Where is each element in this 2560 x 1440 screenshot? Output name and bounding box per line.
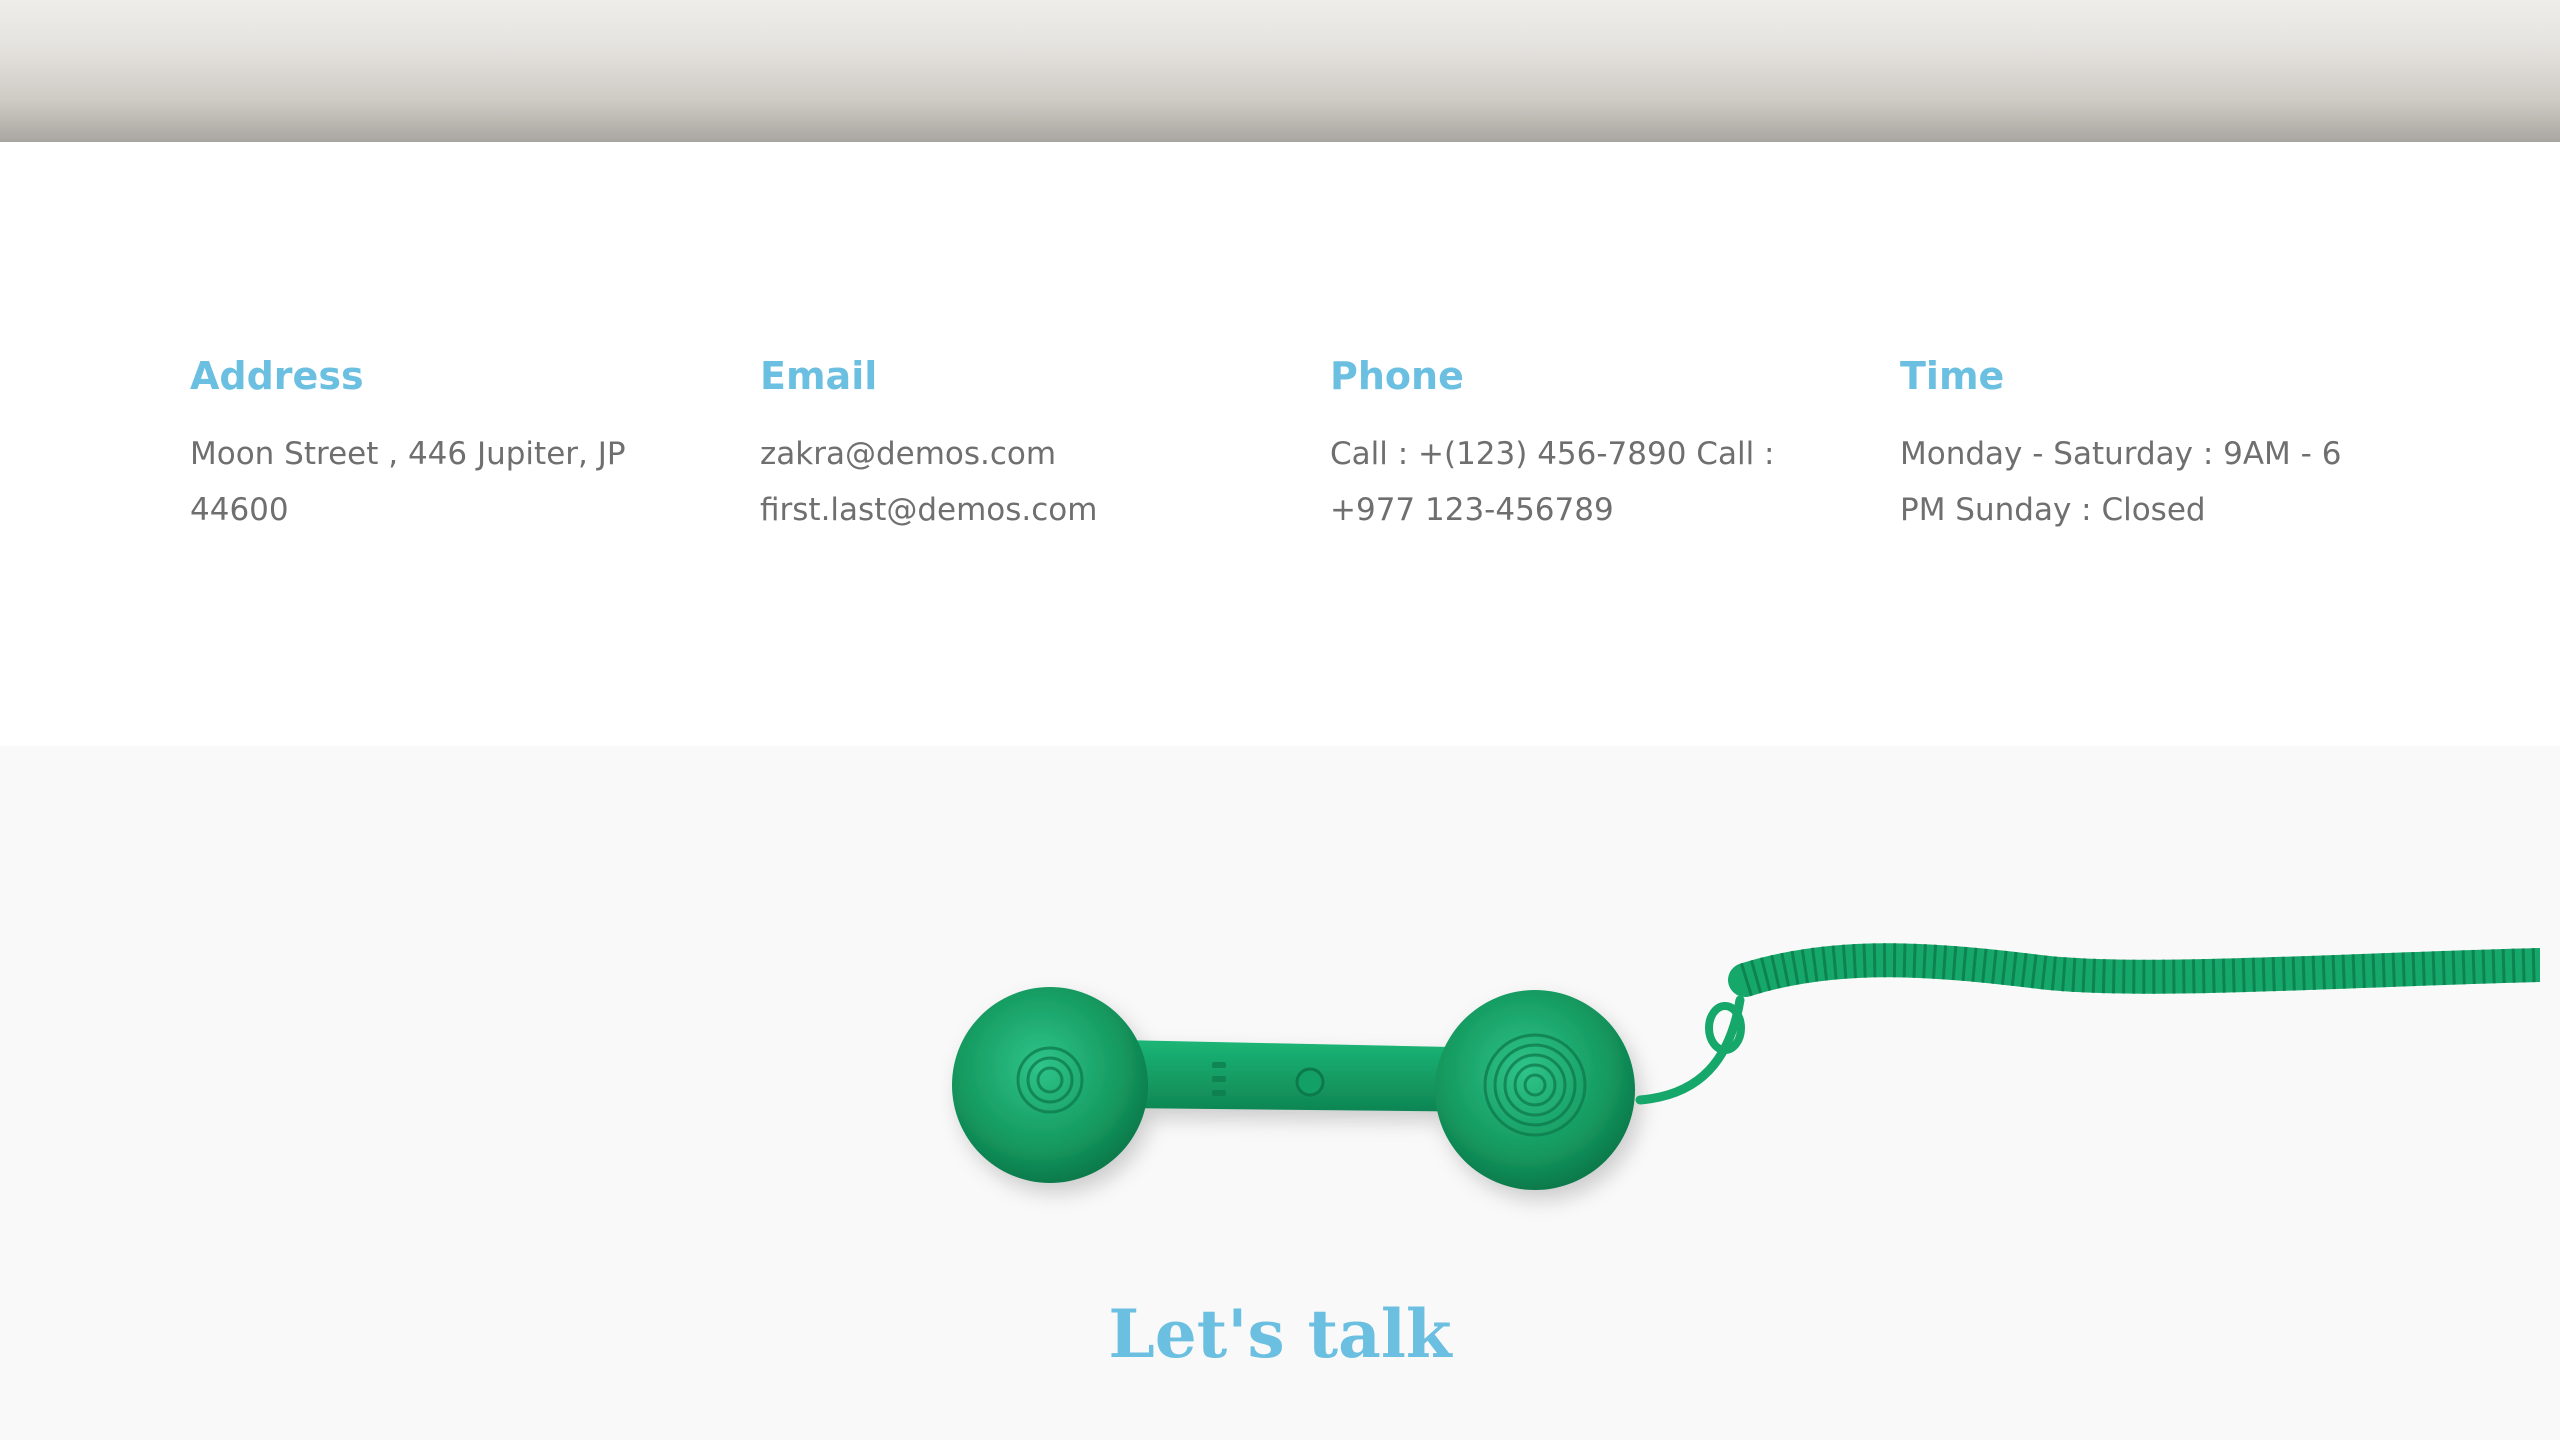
time-column: Time Monday - Saturday : 9AM - 6 PM Sund… [1900, 352, 2380, 538]
email-text: zakra@demos.com first.last@demos.com [760, 426, 1240, 538]
email-address-1[interactable]: zakra@demos.com [760, 436, 1056, 472]
phone-column: Phone Call : +(123) 456-7890 Call : +977… [1330, 352, 1810, 538]
telephone-handset-icon [952, 943, 2540, 1190]
email-column: Email zakra@demos.com first.last@demos.c… [760, 352, 1240, 538]
phone-text: Call : +(123) 456-7890 Call : +977 123-4… [1330, 436, 1775, 528]
email-title: Email [760, 354, 878, 398]
lets-talk-heading: Let's talk [1108, 1295, 1452, 1373]
address-column: Address Moon Street , 446 Jupiter, JP 44… [190, 352, 670, 538]
phone-title: Phone [1330, 354, 1464, 398]
address-text: Moon Street , 446 Jupiter, JP 44600 [190, 436, 626, 528]
hero-image-strip [0, 0, 2560, 142]
email-address-2[interactable]: first.last@demos.com [760, 492, 1097, 528]
time-text: Monday - Saturday : 9AM - 6 PM Sunday : … [1900, 436, 2342, 528]
address-title: Address [190, 354, 364, 398]
time-title: Time [1900, 354, 2005, 398]
page: Address Moon Street , 446 Jupiter, JP 44… [0, 0, 2560, 1440]
contact-info-section: Address Moon Street , 446 Jupiter, JP 44… [0, 142, 2560, 746]
